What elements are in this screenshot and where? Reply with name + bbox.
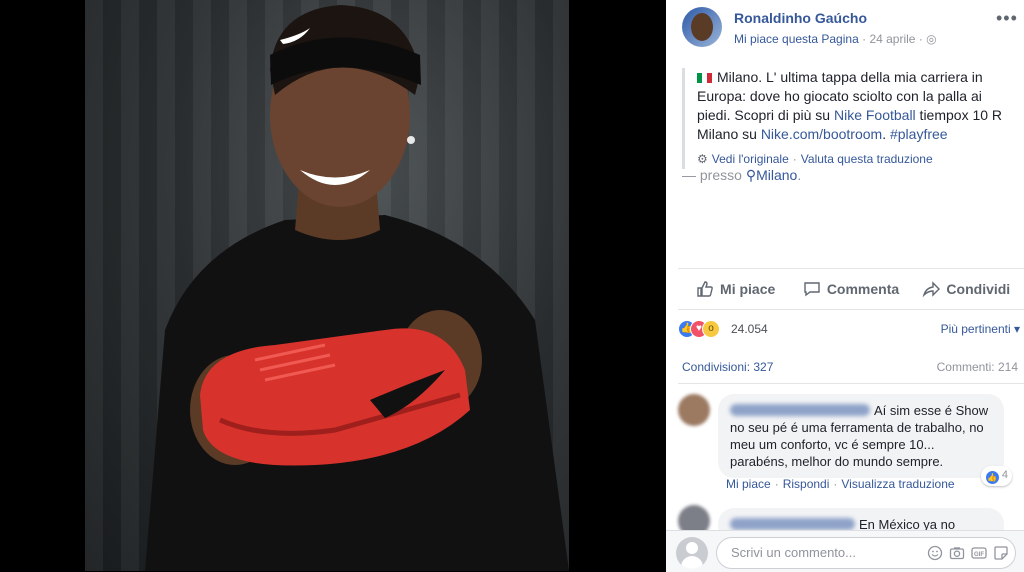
gear-icon[interactable]: ⚙ <box>697 152 708 166</box>
post-date[interactable]: 24 aprile <box>869 32 915 46</box>
camera-icon[interactable] <box>949 545 965 561</box>
author-name[interactable]: Ronaldinho Gaúcho <box>734 10 867 26</box>
more-options-icon[interactable]: ••• <box>996 8 1018 29</box>
comment-bubble: Aí sim esse é Show no seu pé é uma ferra… <box>718 394 1012 486</box>
wow-reaction-icon: o <box>702 320 720 338</box>
share-button[interactable]: Condividi <box>909 269 1024 309</box>
thumbs-up-icon <box>697 281 713 297</box>
comment-input[interactable] <box>729 544 913 561</box>
globe-icon: ◎ <box>926 32 937 46</box>
rate-translation-link[interactable]: Valuta questa traduzione <box>801 152 933 166</box>
share-arrow-icon <box>923 281 941 298</box>
post-panel: Ronaldinho Gaúcho Mi piace questa Pagina… <box>666 0 1024 572</box>
comment-input-box[interactable]: GIF <box>716 537 1016 569</box>
commenter-avatar[interactable] <box>678 394 710 426</box>
reactions-bar: 👍 ♥ o 24.054 Più pertinenti ▾ <box>678 318 1020 342</box>
post-text: Milano. L' ultima tappa della mia carrie… <box>682 68 1017 169</box>
photo-viewer <box>0 0 666 571</box>
post-header: Ronaldinho Gaúcho Mi piace questa Pagina… <box>666 0 1024 60</box>
post-photo[interactable] <box>85 0 569 571</box>
location-line: — presso ⚲Milano. <box>682 167 802 183</box>
svg-text:GIF: GIF <box>974 552 984 558</box>
comment-icon <box>804 282 820 297</box>
comment-composer: GIF <box>666 530 1024 572</box>
comments-count[interactable]: Commenti: 214 <box>937 360 1018 374</box>
photo-illustration <box>145 5 569 571</box>
post-actions: Mi piace Commenta Condividi <box>678 268 1024 310</box>
see-translation-link[interactable]: Visualizza traduzione <box>841 477 954 491</box>
post-meta: Mi piace questa Pagina · 24 aprile · ◎ <box>734 32 937 46</box>
italy-flag-icon <box>697 73 712 83</box>
commenter-name[interactable] <box>730 518 855 530</box>
page-avatar[interactable] <box>682 7 722 47</box>
composer-icons: GIF <box>927 545 1009 561</box>
comment-reply-link[interactable]: Rispondi <box>783 477 830 491</box>
like-page-link[interactable]: Mi piace questa Pagina <box>734 32 859 46</box>
like-reaction-icon: 👍 <box>984 470 1000 485</box>
map-pin-icon: ⚲ <box>745 167 757 183</box>
playfree-hashtag[interactable]: #playfree <box>890 126 948 142</box>
commenter-name[interactable] <box>730 404 870 416</box>
divider <box>678 383 1024 384</box>
relevance-dropdown[interactable]: Più pertinenti ▾ <box>941 322 1020 336</box>
shares-count[interactable]: Condivisioni: 327 <box>682 360 773 374</box>
sticker-icon[interactable] <box>993 545 1009 561</box>
gif-icon[interactable]: GIF <box>971 545 987 561</box>
emoji-icon[interactable] <box>927 545 943 561</box>
see-original-link[interactable]: Vedi l'originale <box>712 152 789 166</box>
nike-football-link[interactable]: Nike Football <box>834 107 916 123</box>
user-avatar <box>676 537 708 569</box>
nike-bootroom-link[interactable]: Nike.com/bootroom <box>761 126 882 142</box>
like-button[interactable]: Mi piace <box>678 269 793 309</box>
location-link[interactable]: ⚲Milano <box>746 167 798 183</box>
reaction-count[interactable]: 24.054 <box>731 322 768 336</box>
comment-reactions[interactable]: 👍 4 <box>980 466 1012 486</box>
caret-down-icon: ▾ <box>1013 322 1020 336</box>
comment-like-link[interactable]: Mi piace <box>726 477 771 491</box>
comment-actions: Mi piace · Rispondi · Visualizza traduzione <box>726 477 955 491</box>
comment-button[interactable]: Commenta <box>793 269 908 309</box>
